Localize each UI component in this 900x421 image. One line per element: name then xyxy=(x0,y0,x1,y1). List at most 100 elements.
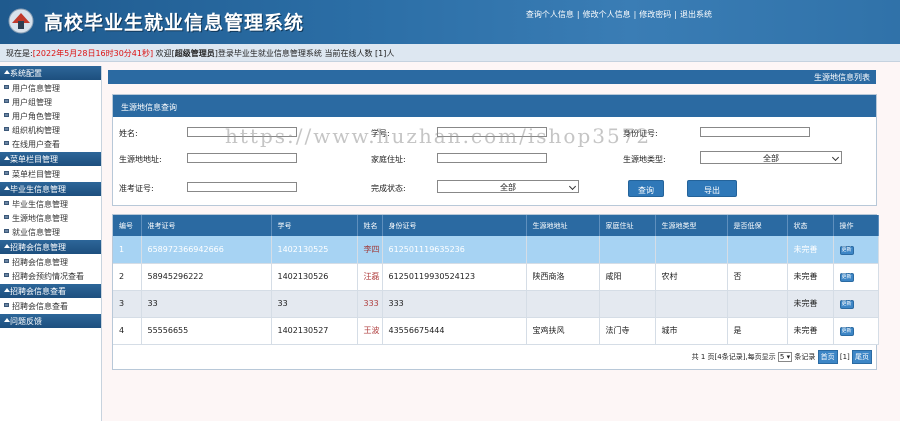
table-cell: 55556655 xyxy=(141,317,272,345)
column-header: 姓名 xyxy=(357,215,383,236)
origin-type-label: 生源地类型: xyxy=(623,155,666,164)
sidebar-item[interactable]: 毕业生信息管理 xyxy=(0,196,101,210)
sidebar-item-label: 用户信息管理 xyxy=(12,84,60,93)
triangle-up-icon xyxy=(4,156,10,160)
table-cell: 4 xyxy=(113,317,142,345)
sidebar-item-label: 用户角色管理 xyxy=(12,112,60,121)
update-button[interactable]: 更新 xyxy=(839,245,854,255)
sidebar-item[interactable]: 用户角色管理 xyxy=(0,108,101,122)
search-button[interactable]: 查询 xyxy=(628,180,664,197)
edit-profile-link[interactable]: 修改个人信息 xyxy=(583,10,631,19)
list-bullet-icon xyxy=(4,113,9,117)
sidebar-item[interactable]: 用户信息管理 xyxy=(0,80,101,94)
sidebar-group[interactable]: 招聘会信息查看 xyxy=(0,284,101,298)
sidebar-item[interactable]: 菜单栏目管理 xyxy=(0,166,101,180)
column-header: 家庭住址 xyxy=(599,215,656,236)
exam-label: 准考证号: xyxy=(119,184,154,193)
cell-value: 城市 xyxy=(661,326,678,335)
column-header: 操作 xyxy=(833,215,879,236)
idcard-input[interactable] xyxy=(700,127,810,137)
sidebar-item[interactable]: 招聘会信息管理 xyxy=(0,254,101,268)
sidebar-item[interactable]: 在线用户查看 xyxy=(0,136,101,150)
logout-link[interactable]: 退出系统 xyxy=(680,10,712,19)
update-button[interactable]: 更新 xyxy=(839,327,854,336)
cell-value: 未完善 xyxy=(793,299,818,308)
view-profile-link[interactable]: 查询个人信息 xyxy=(526,10,574,19)
cell-value: 2 xyxy=(119,272,125,281)
list-bullet-icon xyxy=(4,85,9,89)
studentno-input[interactable] xyxy=(437,127,547,137)
column-header: 状态 xyxy=(787,215,834,236)
list-bullet-icon xyxy=(4,215,9,219)
column-header: 生源地地址 xyxy=(526,215,600,236)
table-cell: 否 xyxy=(727,263,788,291)
column-header: 学号 xyxy=(271,215,358,236)
sidebar-item-label: 招聘会信息查看 xyxy=(12,302,68,311)
exam-input[interactable] xyxy=(187,182,297,192)
column-header: 准考证号 xyxy=(141,215,272,236)
table-row[interactable]: 4 55556655 1402130527 王波 43556675444 宝鸡扶风 法门寺 城… xyxy=(113,317,879,345)
query-panel: 生源地信息查询 姓名: 学号: 身份证号: 生源地地址: 家庭住址: 生源地类型… xyxy=(112,94,877,206)
sidebar-item[interactable]: 组织机构管理 xyxy=(0,122,101,136)
cell-value: 1 xyxy=(119,244,125,254)
table-row[interactable]: 1 658972366942666 1402130525 李四 612501119635… xyxy=(113,236,879,264)
sidebar-group[interactable]: 问题反馈 xyxy=(0,314,101,328)
user-role: 超级管理员 xyxy=(174,49,215,58)
last-page-button[interactable]: 尾页 xyxy=(852,350,872,364)
sidebar-item-label: 就业信息管理 xyxy=(12,228,60,237)
table-cell: 城市 xyxy=(655,317,728,345)
per-page-select[interactable]: 5 ▾ xyxy=(777,352,793,362)
sidebar-item[interactable]: 招聘会预约情况查看 xyxy=(0,268,101,282)
sidebar-group-label: 菜单栏目管理 xyxy=(10,155,58,164)
table-cell: 是 xyxy=(727,317,788,345)
cell-value: 33 xyxy=(277,299,288,308)
cell-value: 法门寺 xyxy=(605,326,630,335)
sidebar-group[interactable]: 菜单栏目管理 xyxy=(0,152,101,166)
origin-type-value: 全部 xyxy=(763,154,779,163)
column-header: 生源地类型 xyxy=(655,215,728,236)
state-select[interactable]: 全部 xyxy=(437,180,579,193)
change-password-link[interactable]: 修改密码 xyxy=(639,10,671,19)
update-button[interactable]: 更新 xyxy=(839,300,854,309)
first-page-button[interactable]: 首页 xyxy=(817,350,838,364)
sidebar-item-label: 菜单栏目管理 xyxy=(12,170,60,179)
sidebar-item[interactable]: 用户组管理 xyxy=(0,94,101,108)
sidebar-item[interactable]: 招聘会信息查看 xyxy=(0,298,101,312)
sidebar-item[interactable]: 生源地信息管理 xyxy=(0,210,101,224)
name-label: 姓名: xyxy=(119,129,138,138)
cell-value: 王波 xyxy=(363,326,380,335)
origin-type-select[interactable]: 全部 xyxy=(700,151,842,164)
table-cell: 33 xyxy=(271,290,358,318)
update-button[interactable]: 更新 xyxy=(839,273,854,282)
sidebar-group[interactable]: 毕业生信息管理 xyxy=(0,182,101,196)
sidebar-group[interactable]: 招聘会信息管理 xyxy=(0,240,101,254)
table-cell: 更新 xyxy=(833,263,879,291)
data-table: 编号 准考证号 学号 姓名 身份证号 生源地地址 家庭住址 生源地类型 是否低保 状态 操作 1 65… xyxy=(112,214,879,370)
cell-value: 李四 xyxy=(363,244,380,254)
table-cell: 咸阳 xyxy=(599,263,656,291)
studentno-label: 学号: xyxy=(371,129,390,138)
table-cell: 未完善 xyxy=(787,290,834,318)
name-input[interactable] xyxy=(187,127,297,137)
origin-input[interactable] xyxy=(187,153,297,163)
table-cell: 陕西商洛 xyxy=(526,263,600,291)
table-cell xyxy=(599,290,656,318)
current-page: [1] xyxy=(839,353,850,361)
column-header: 编号 xyxy=(113,215,142,236)
pager-info: 共 1 页[4条记录],每页显示 xyxy=(691,353,776,361)
table-row[interactable]: 2 58945296222 1402130526 汪磊 612501199305241​… xyxy=(113,263,879,291)
cell-value: 1402130525 xyxy=(277,244,329,254)
cell-value: 汪磊 xyxy=(363,272,380,281)
home-input[interactable] xyxy=(437,153,547,163)
cell-value: 55556655 xyxy=(147,326,189,335)
sidebar-group[interactable]: 系统配置 xyxy=(0,66,101,80)
state-label: 完成状态: xyxy=(371,184,406,193)
sidebar-item-label: 毕业生信息管理 xyxy=(12,200,68,209)
welcome-text: 欢迎[ xyxy=(153,49,175,58)
table-row[interactable]: 3 33 33 333 333 未完善 更新 xyxy=(113,290,879,318)
list-bullet-icon xyxy=(4,99,9,103)
export-button[interactable]: 导出 xyxy=(687,180,737,197)
triangle-up-icon xyxy=(4,70,10,74)
table-cell: 612501199305241​23 xyxy=(382,263,527,291)
sidebar-item[interactable]: 就业信息管理 xyxy=(0,224,101,238)
